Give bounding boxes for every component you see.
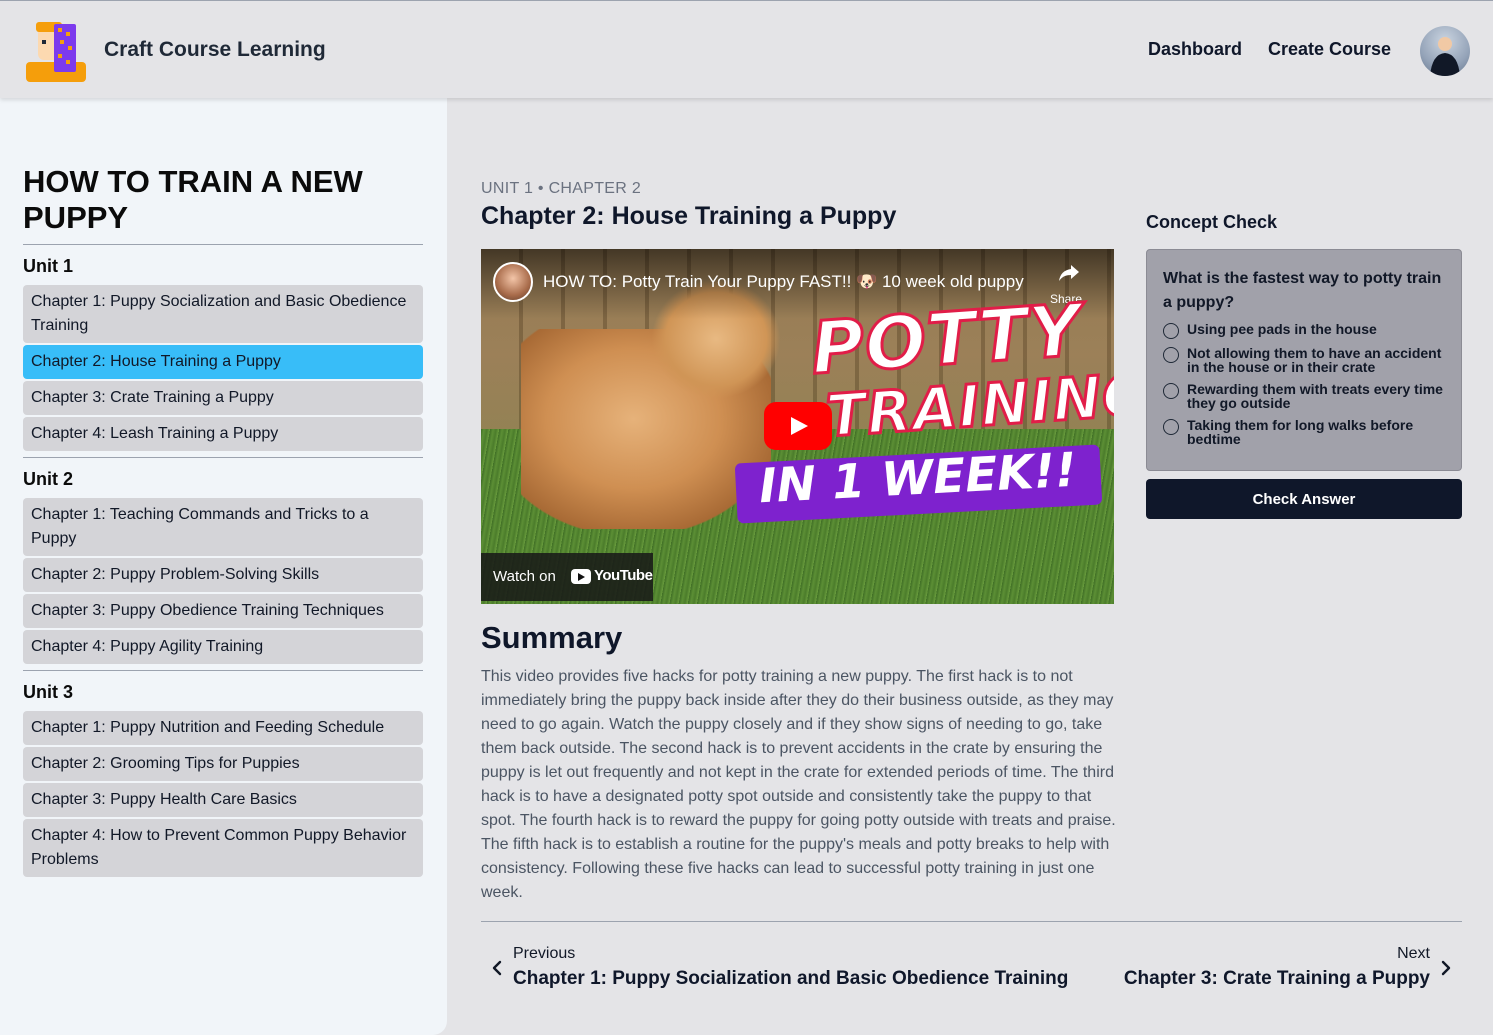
concept-check-question: What is the fastest way to potty train a…	[1163, 270, 1442, 311]
watch-on-label: Watch on	[493, 568, 556, 585]
radio-button[interactable]	[1163, 419, 1179, 435]
sidebar-chapter-u3-c2[interactable]: Chapter 2: Grooming Tips for Puppies	[23, 747, 423, 781]
play-button-icon[interactable]	[764, 402, 832, 450]
answer-option-4[interactable]: Taking them for long walks before bedtim…	[1163, 418, 1453, 446]
sidebar-chapter-u2-c4[interactable]: Chapter 4: Puppy Agility Training	[23, 630, 423, 664]
sidebar-chapter-u3-c1[interactable]: Chapter 1: Puppy Nutrition and Feeding S…	[23, 711, 423, 745]
chevron-right-icon	[1441, 960, 1451, 976]
unit-3-label: Unit 3	[23, 682, 74, 702]
radio-button[interactable]	[1163, 383, 1179, 399]
app-logo-icon[interactable]	[24, 18, 88, 82]
previous-chapter-title: Chapter 1: Puppy Socialization and Basic…	[513, 968, 1069, 989]
nav-create-course-link[interactable]: Create Course	[1268, 39, 1391, 60]
sidebar-chapter-u1-c2[interactable]: Chapter 2: House Training a Puppy	[23, 345, 423, 379]
app-title[interactable]: Craft Course Learning	[104, 38, 326, 62]
previous-label: Previous	[513, 945, 576, 962]
check-answer-button[interactable]: Check Answer	[1146, 479, 1462, 519]
youtube-wordmark: YouTube	[594, 567, 653, 584]
answer-option-label: Taking them for long walks before bedtim…	[1187, 417, 1414, 447]
sidebar-chapter-u3-c4[interactable]: Chapter 4: How to Prevent Common Puppy B…	[23, 819, 423, 877]
next-chapter-title: Chapter 3: Crate Training a Puppy	[1123, 968, 1430, 989]
unit-2-label: Unit 2	[23, 469, 74, 489]
answer-option-label: Using pee pads in the house	[1187, 321, 1377, 337]
chevron-left-icon	[492, 960, 502, 976]
course-sidebar: How to Train a New Puppy Unit 1 Chapter …	[0, 98, 447, 1035]
youtube-logo-icon	[571, 569, 591, 584]
top-navbar: Craft Course Learning Dashboard Create C…	[0, 0, 1493, 98]
sidebar-chapter-u2-c1[interactable]: Chapter 1: Teaching Commands and Tricks …	[23, 498, 423, 556]
channel-avatar[interactable]	[493, 262, 533, 302]
sidebar-chapter-u1-c1[interactable]: Chapter 1: Puppy Socialization and Basic…	[23, 285, 423, 343]
summary-text: This video provides five hacks for potty…	[481, 668, 1116, 901]
page-title: Chapter 2: House Training a Puppy	[481, 202, 897, 230]
summary-heading: Summary	[481, 620, 623, 655]
watch-on-youtube-button[interactable]: Watch on YouTube	[481, 553, 653, 601]
radio-button[interactable]	[1163, 347, 1179, 363]
unit-1-label: Unit 1	[23, 256, 74, 276]
sidebar-chapter-u1-c4[interactable]: Chapter 4: Leash Training a Puppy	[23, 417, 423, 451]
sidebar-chapter-u3-c3[interactable]: Chapter 3: Puppy Health Care Basics	[23, 783, 423, 817]
breadcrumb: Unit 1 • Chapter 2	[481, 180, 642, 197]
bottom-divider	[481, 921, 1462, 922]
video-title[interactable]: HOW TO: Potty Train Your Puppy FAST!! 🐶 …	[543, 272, 1033, 292]
previous-chapter-link[interactable]: Previous Chapter 1: Puppy Socialization …	[481, 940, 1081, 1000]
nav-dashboard-link[interactable]: Dashboard	[1148, 39, 1242, 60]
unit-divider	[23, 244, 423, 245]
course-title: How to Train a New Puppy	[23, 164, 363, 235]
answer-option-label: Rewarding them with treats every time th…	[1187, 381, 1443, 411]
answer-option-2[interactable]: Not allowing them to have an accident in…	[1163, 346, 1453, 374]
concept-check-card: What is the fastest way to potty train a…	[1146, 249, 1462, 471]
answer-option-label: Not allowing them to have an accident in…	[1187, 345, 1442, 375]
video-player[interactable]: HOW TO: Potty Train Your Puppy FAST!! 🐶 …	[481, 249, 1114, 604]
sidebar-chapter-u2-c3[interactable]: Chapter 3: Puppy Obedience Training Tech…	[23, 594, 423, 628]
answer-option-1[interactable]: Using pee pads in the house	[1163, 321, 1453, 339]
concept-check-heading: Concept Check	[1146, 212, 1278, 232]
next-chapter-link[interactable]: Next Chapter 3: Crate Training a Puppy	[1062, 940, 1462, 1000]
next-label: Next	[1397, 945, 1430, 962]
unit-divider	[23, 670, 423, 671]
unit-divider	[23, 457, 423, 458]
radio-button[interactable]	[1163, 323, 1179, 339]
share-icon[interactable]	[1057, 261, 1081, 285]
user-avatar[interactable]	[1420, 26, 1470, 76]
sidebar-chapter-u2-c2[interactable]: Chapter 2: Puppy Problem-Solving Skills	[23, 558, 423, 592]
sidebar-chapter-u1-c3[interactable]: Chapter 3: Crate Training a Puppy	[23, 381, 423, 415]
answer-option-3[interactable]: Rewarding them with treats every time th…	[1163, 382, 1453, 410]
